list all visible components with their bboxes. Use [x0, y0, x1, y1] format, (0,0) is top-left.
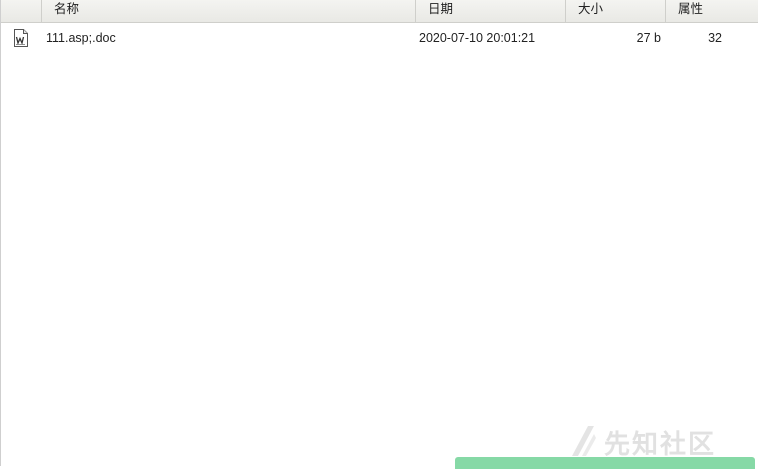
notification-toast [455, 457, 755, 469]
file-date: 2020-07-10 20:01:21 [419, 31, 536, 45]
watermark: 先知社区 [568, 424, 716, 460]
watermark-text: 先知社区 [604, 429, 717, 460]
watermark-logo-icon [568, 424, 598, 461]
column-header-date[interactable]: 日期 [415, 0, 565, 22]
column-header-icon [1, 0, 41, 22]
file-size: 27 b [636, 31, 661, 45]
file-name[interactable]: 111.asp;.doc [46, 27, 116, 49]
file-browser: 名称 日期 大小 属性 111.asp;.doc 2020-07-10 20:0… [0, 0, 758, 466]
word-document-icon [13, 29, 29, 47]
file-row[interactable]: 111.asp;.doc 2020-07-10 20:01:21 27 b 32 [1, 27, 758, 49]
column-header-size[interactable]: 大小 [565, 0, 665, 22]
column-header-bar: 名称 日期 大小 属性 [1, 0, 758, 23]
column-header-name[interactable]: 名称 [41, 0, 415, 22]
file-attributes: 32 [708, 31, 722, 45]
column-header-attributes[interactable]: 属性 [665, 0, 758, 22]
